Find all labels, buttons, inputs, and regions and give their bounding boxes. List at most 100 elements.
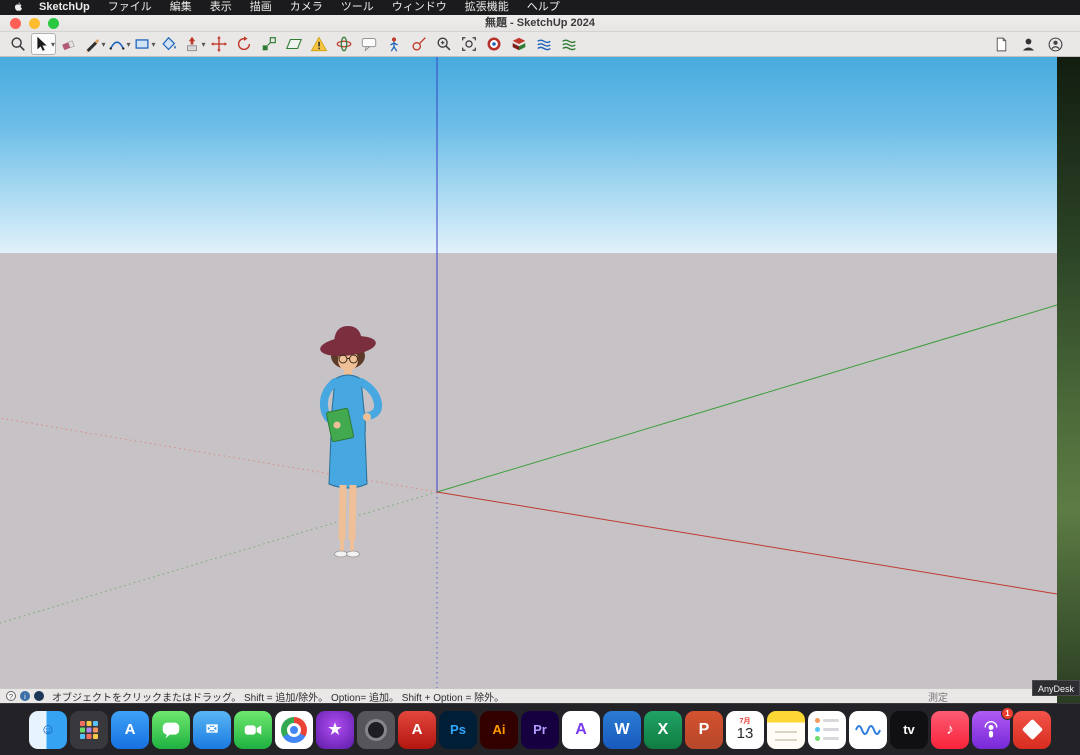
macos-menubar: SketchUp ファイル 編集 表示 描画 カメラ ツール ウィンドウ 拡張機… [0, 0, 1080, 15]
dock-apple-tv[interactable]: tv [890, 711, 928, 749]
account-circle-icon [1047, 36, 1064, 53]
person-figure[interactable] [319, 326, 378, 557]
dock-camera-app[interactable] [357, 711, 395, 749]
paint-bucket-tool-button[interactable] [157, 33, 181, 55]
help-icon[interactable]: ? [6, 691, 16, 701]
speech-bubble-icon [160, 719, 182, 741]
dock-notes[interactable] [767, 711, 805, 749]
menu-edit[interactable]: 編集 [161, 0, 201, 15]
scale-icon [260, 35, 278, 53]
warning-button[interactable] [307, 33, 331, 55]
push-pull-tool-button[interactable] [182, 33, 206, 55]
menu-draw[interactable]: 描画 [241, 0, 281, 15]
info-icon[interactable]: i [20, 691, 30, 701]
tape-measure-tool-button[interactable] [407, 33, 431, 55]
tape-measure-icon [410, 35, 428, 53]
anydesk-icon [1021, 719, 1042, 740]
move-icon [210, 35, 228, 53]
window-titlebar[interactable]: 無題 - SketchUp 2024 [0, 15, 1080, 32]
chrome-icon [281, 717, 307, 743]
position-camera-tool-button[interactable] [382, 33, 406, 55]
select-tool-button[interactable] [31, 33, 56, 55]
window-title: 無題 - SketchUp 2024 [0, 15, 1080, 32]
orbit-icon [335, 35, 353, 53]
dock-word[interactable]: W [603, 711, 641, 749]
dock-podcasts[interactable]: 1 [972, 711, 1010, 749]
screen: SketchUp ファイル 編集 表示 描画 カメラ ツール ウィンドウ 拡張機… [0, 0, 1080, 755]
3d-warehouse-icon [510, 35, 528, 53]
notification-badge: 1 [1001, 707, 1014, 720]
line-tool-button[interactable] [82, 33, 106, 55]
anydesk-label: AnyDesk [1032, 680, 1080, 696]
menu-extensions[interactable]: 拡張機能 [456, 0, 518, 15]
camera-lens-icon [365, 719, 387, 741]
orbit-tool-button[interactable] [332, 33, 356, 55]
move-tool-button[interactable] [207, 33, 231, 55]
scale-tool-button[interactable] [257, 33, 281, 55]
podcasts-icon [981, 720, 1001, 740]
speech-bubble-icon [360, 35, 378, 53]
geolocation-icon[interactable] [34, 691, 44, 701]
dock-reminders[interactable] [808, 711, 846, 749]
dock-music[interactable]: ♪ [931, 711, 969, 749]
extension-warehouse-button[interactable] [482, 33, 506, 55]
envelope-icon: ✉ [206, 722, 219, 737]
music-note-icon: ♪ [946, 722, 954, 737]
dock-acrobat[interactable]: A [398, 711, 436, 749]
dock-launchpad[interactable] [70, 711, 108, 749]
dock-chrome[interactable] [275, 711, 313, 749]
dock-app-store[interactable]: A [111, 711, 149, 749]
apple-menu[interactable] [6, 1, 30, 14]
menu-sketchup[interactable]: SketchUp [30, 0, 99, 15]
macos-dock: ☺ A ✉ ★ A Ps Ai Pr A W X P 7月 13 [0, 703, 1080, 755]
dock-imovie[interactable]: ★ [316, 711, 354, 749]
dock-messages[interactable] [152, 711, 190, 749]
eraser-tool-button[interactable] [57, 33, 81, 55]
menu-tools[interactable]: ツール [332, 0, 383, 15]
section-plane-tool-button[interactable] [282, 33, 306, 55]
menu-file[interactable]: ファイル [99, 0, 161, 15]
red-axis-dotted [0, 418, 437, 492]
new-document-button[interactable] [993, 36, 1010, 53]
dock-anydesk[interactable] [1013, 711, 1051, 749]
apple-tv-icon: tv [903, 722, 915, 737]
dock-audio-app[interactable] [849, 711, 887, 749]
extension-warehouse-icon [485, 35, 503, 53]
dock-affinity[interactable]: A [562, 711, 600, 749]
paint-bucket-icon [160, 35, 178, 53]
callout-tool-button[interactable] [357, 33, 381, 55]
status-hint-text: オブジェクトをクリックまたはドラッグ。 Shift = 追加/除外。 Optio… [52, 689, 504, 704]
menu-camera[interactable]: カメラ [281, 0, 332, 15]
account-button[interactable] [1047, 36, 1064, 53]
dock-illustrator[interactable]: Ai [480, 711, 518, 749]
sandbox-tool-button[interactable] [532, 33, 556, 55]
rotate-tool-button[interactable] [232, 33, 256, 55]
zoom-tool-button[interactable] [432, 33, 456, 55]
soap-skin-layers-icon [560, 35, 578, 53]
figure-shoes [335, 551, 348, 557]
dock-photoshop[interactable]: Ps [439, 711, 477, 749]
green-axis-dotted [0, 492, 437, 623]
menu-window[interactable]: ウィンドウ [383, 0, 456, 15]
person-icon [1020, 36, 1037, 53]
menu-view[interactable]: 表示 [201, 0, 241, 15]
3d-viewport[interactable] [0, 57, 1057, 688]
3d-warehouse-button[interactable] [507, 33, 531, 55]
search-tool-button[interactable] [6, 33, 30, 55]
arc-tool-button[interactable] [107, 33, 131, 55]
dock-facetime[interactable] [234, 711, 272, 749]
dock-excel[interactable]: X [644, 711, 682, 749]
soap-skin-tool-button[interactable] [557, 33, 581, 55]
menu-help[interactable]: ヘルプ [518, 0, 569, 15]
document-icon [993, 36, 1010, 53]
dock-mail[interactable]: ✉ [193, 711, 231, 749]
dock-premiere[interactable]: Pr [521, 711, 559, 749]
dock-powerpoint[interactable]: P [685, 711, 723, 749]
apple-logo-icon [12, 1, 24, 14]
status-bar: ? i オブジェクトをクリックまたはドラッグ。 Shift = 追加/除外。 O… [0, 688, 1057, 703]
dock-calendar[interactable]: 7月 13 [726, 711, 764, 749]
sign-in-button[interactable] [1020, 36, 1037, 53]
dock-finder[interactable]: ☺ [29, 711, 67, 749]
zoom-extents-tool-button[interactable] [457, 33, 481, 55]
shape-tool-button[interactable] [132, 33, 156, 55]
